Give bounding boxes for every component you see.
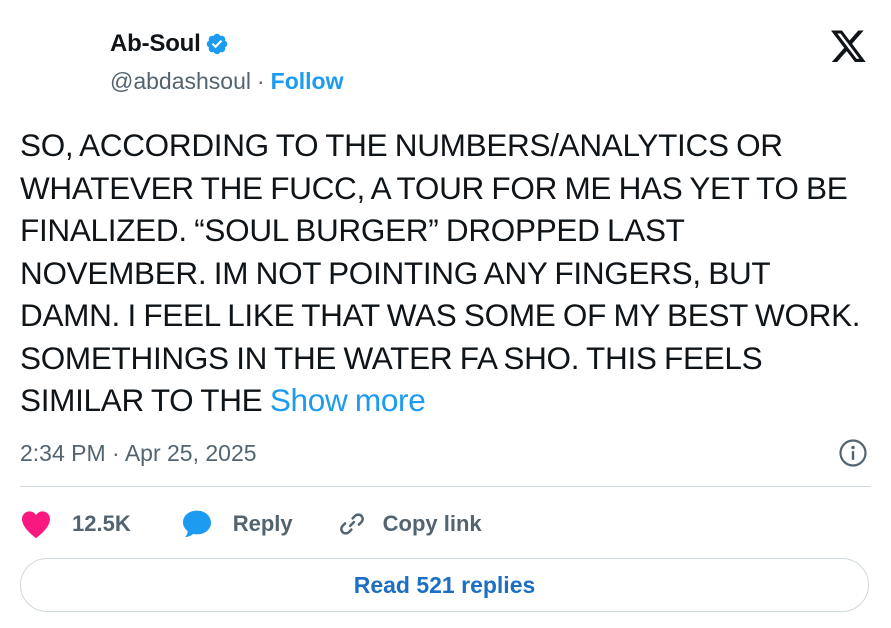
read-replies-button[interactable]: Read 521 replies bbox=[20, 558, 869, 612]
info-icon[interactable] bbox=[838, 438, 868, 468]
reply-button[interactable]: Reply bbox=[181, 509, 293, 539]
reply-bubble-icon bbox=[181, 509, 213, 539]
like-count: 12.5K bbox=[72, 511, 131, 536]
verified-badge-icon bbox=[205, 32, 229, 56]
author-display-name[interactable]: Ab-Soul bbox=[110, 30, 201, 58]
copy-link-button[interactable]: Copy link bbox=[337, 509, 482, 539]
tweet-actions: 12.5K Reply Copy link bbox=[20, 502, 482, 546]
handle-separator: · bbox=[257, 68, 265, 94]
copy-link-label: Copy link bbox=[382, 511, 482, 536]
like-button[interactable]: 12.5K bbox=[20, 509, 131, 539]
tweet-text-content: SO, ACCORDING TO THE NUMBERS/ANALYTICS O… bbox=[20, 127, 861, 418]
author-name-row: Ab-Soul bbox=[110, 26, 871, 62]
tweet-header: Ab-Soul @abdashsoul · Follow bbox=[110, 26, 871, 106]
timestamp-row: 2:34 PM · Apr 25, 2025 bbox=[20, 436, 868, 470]
x-logo-icon[interactable] bbox=[831, 30, 867, 64]
heart-icon bbox=[20, 509, 52, 539]
tweet-timestamp[interactable]: 2:34 PM · Apr 25, 2025 bbox=[20, 440, 257, 467]
divider bbox=[20, 486, 871, 487]
link-icon bbox=[337, 509, 367, 539]
follow-button[interactable]: Follow bbox=[271, 68, 344, 95]
show-more-link[interactable]: Show more bbox=[270, 382, 426, 418]
author-handle[interactable]: @abdashsoul bbox=[110, 68, 251, 95]
tweet-text: SO, ACCORDING TO THE NUMBERS/ANALYTICS O… bbox=[20, 124, 870, 422]
author-handle-row: @abdashsoul · Follow bbox=[110, 68, 871, 95]
reply-label: Reply bbox=[232, 511, 293, 536]
